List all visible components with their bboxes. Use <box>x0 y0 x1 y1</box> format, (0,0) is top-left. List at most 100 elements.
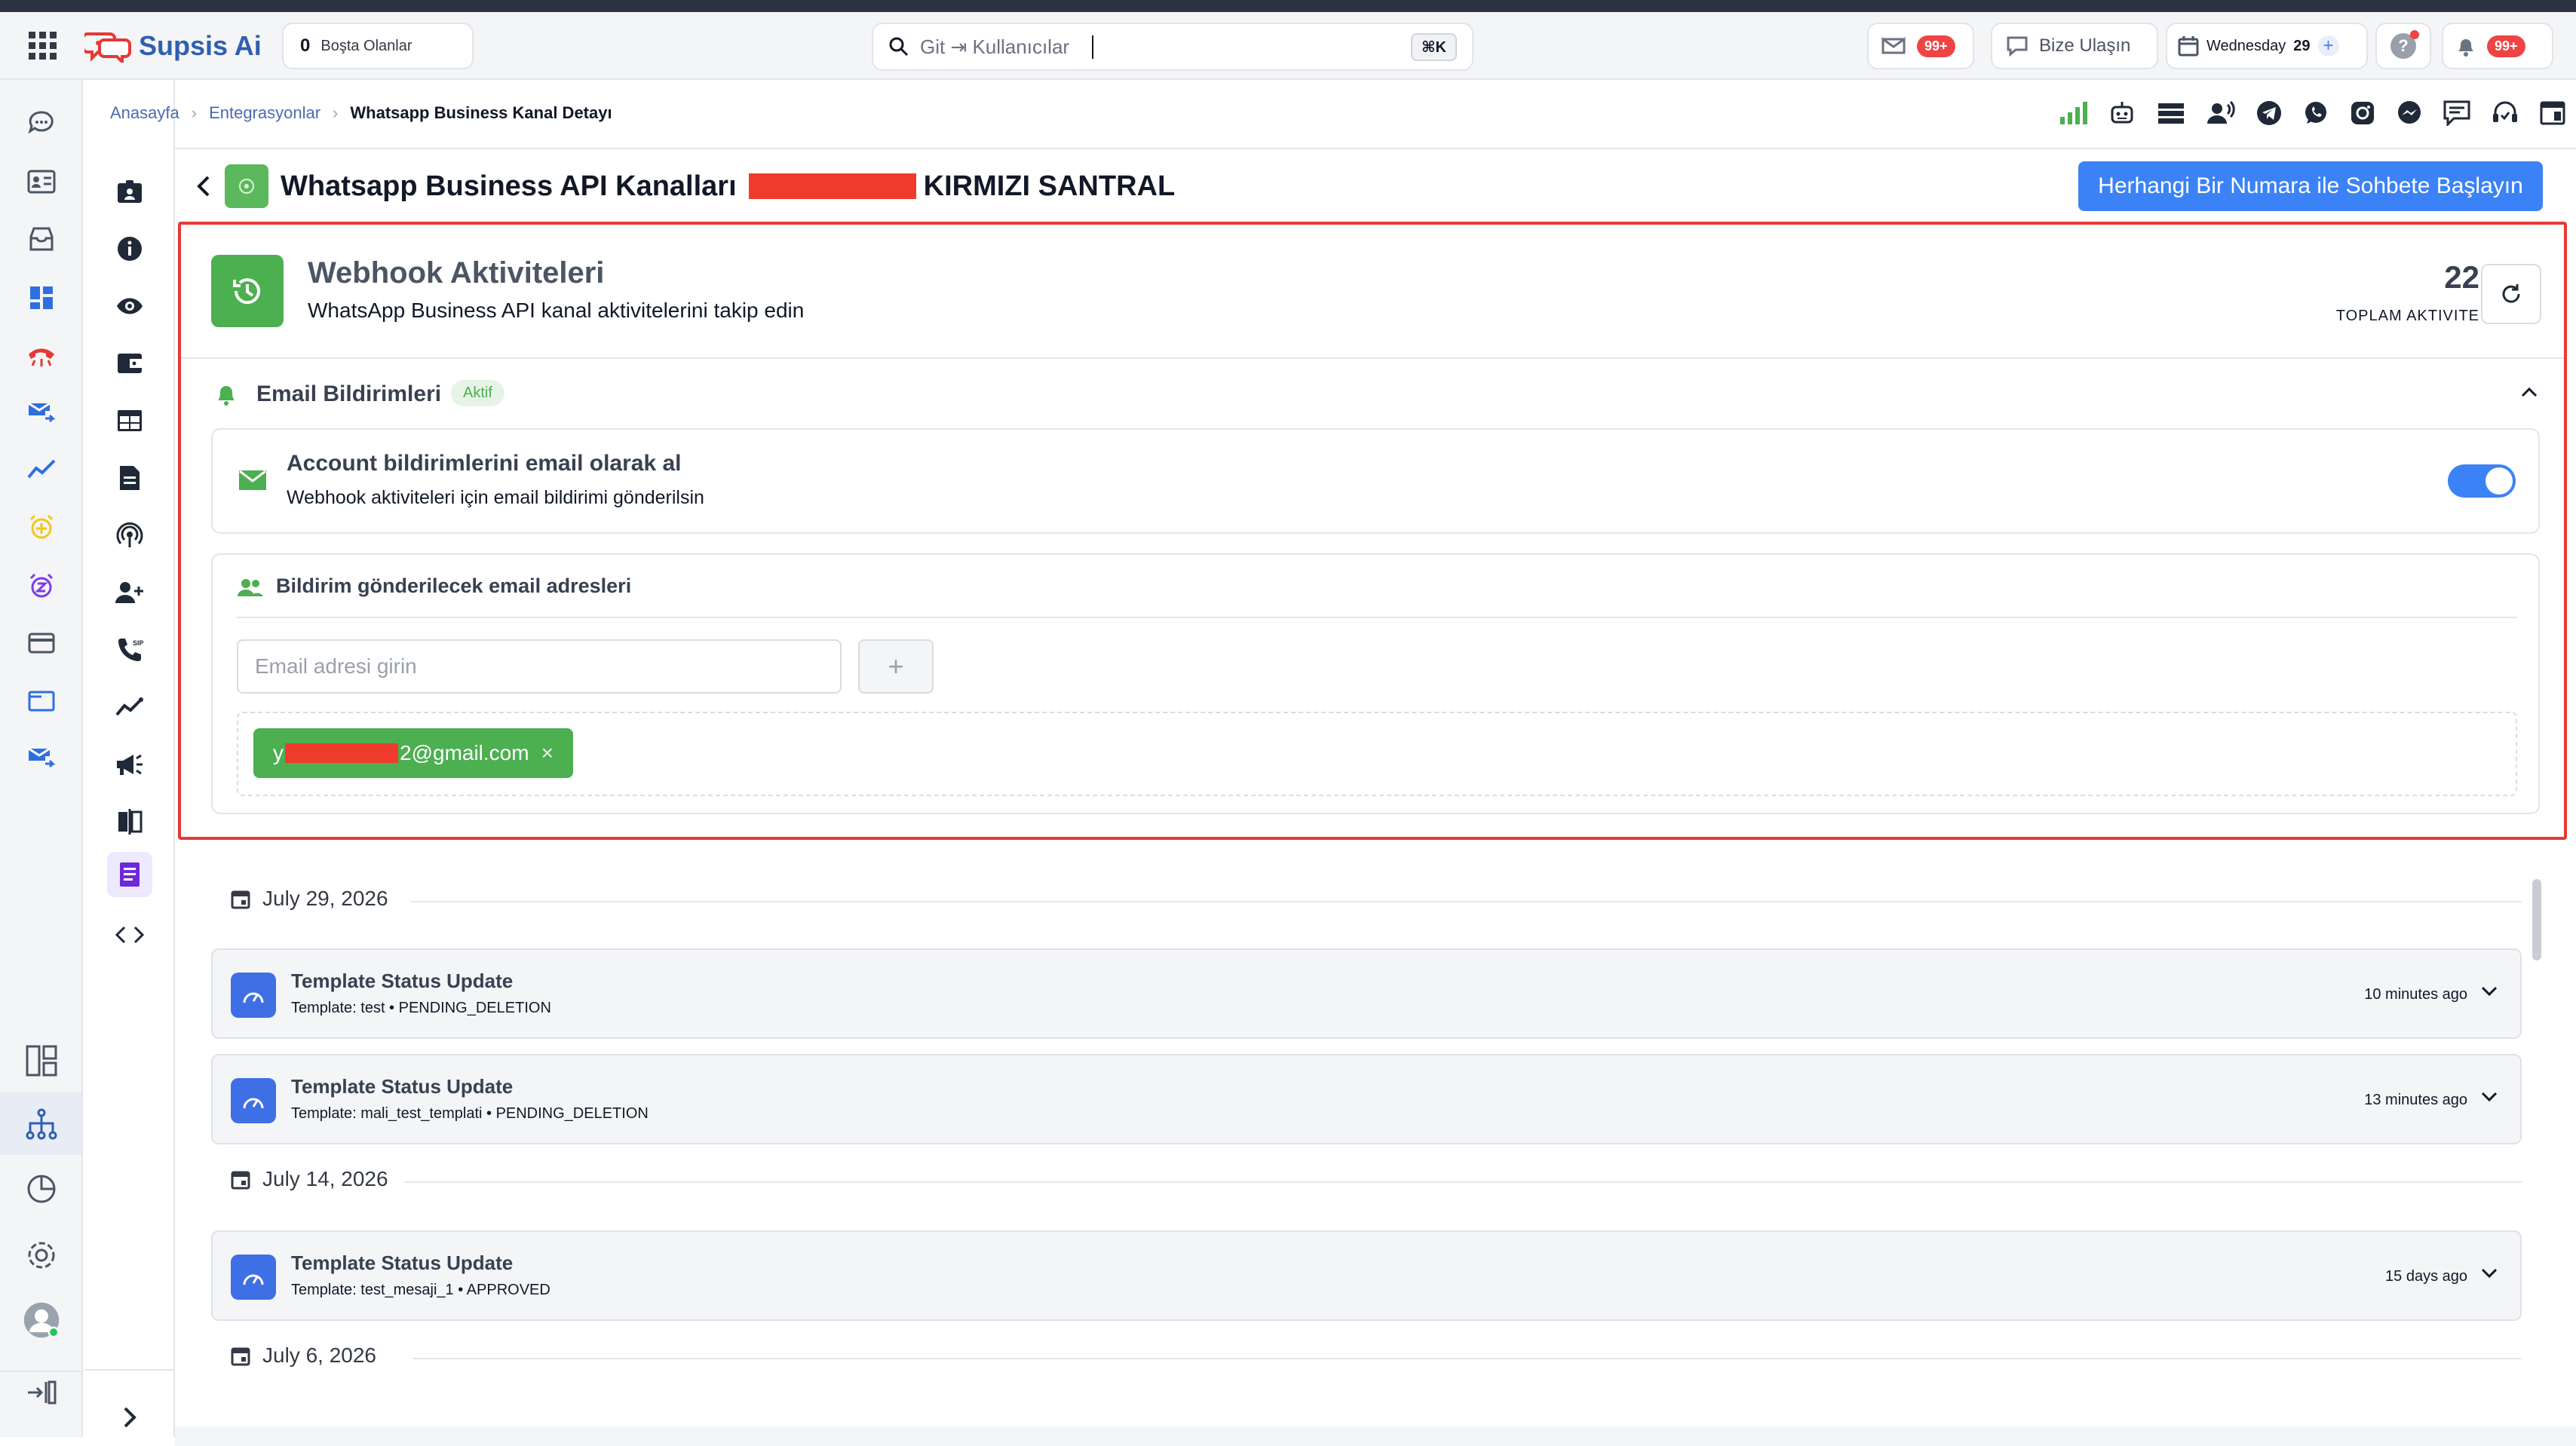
activity-row[interactable]: Template Status Update Template: test_me… <box>211 1230 2522 1321</box>
signal-bars-icon[interactable] <box>2059 100 2087 126</box>
top-navbar: Supsis Ai 0 Boşta Olanlar Git ⇥ Kullanıc… <box>0 12 2576 80</box>
recipients-card: Bildirim gönderilecek email adresleri Em… <box>211 553 2540 814</box>
email-input[interactable]: Email adresi girin <box>237 639 842 694</box>
sidebar-mail-forward-icon[interactable] <box>23 394 60 431</box>
idle-label: Boşta Olanlar <box>320 37 412 54</box>
subnav-webhook-logs-active[interactable] <box>107 852 152 897</box>
remove-email-icon[interactable]: × <box>541 741 554 765</box>
breadcrumb-separator: › <box>191 103 198 122</box>
add-event-icon[interactable]: + <box>2317 35 2339 57</box>
sidebar-analytics-icon[interactable] <box>23 451 60 489</box>
global-search[interactable]: Git ⇥ Kullanıcılar ⌘K <box>872 23 1474 71</box>
widget-window-icon[interactable] <box>2540 101 2565 125</box>
sidebar-phone-icon[interactable] <box>23 336 60 374</box>
sidebar-snooze-icon[interactable] <box>23 567 60 605</box>
sidebar-integrations-icon[interactable] <box>23 1105 60 1143</box>
date-group-header: July 14, 2026 <box>231 1167 388 1191</box>
idle-count: 0 <box>300 35 311 56</box>
gauge-icon <box>231 1078 276 1123</box>
breadcrumb-integrations[interactable]: Entegrasyonlar <box>209 103 320 123</box>
sidebar-collapse-icon[interactable] <box>23 1374 60 1411</box>
apps-grid-icon[interactable] <box>26 29 60 63</box>
toggle-description: Webhook aktiviteleri için email bildirim… <box>287 487 704 508</box>
sms-icon[interactable] <box>2443 100 2470 126</box>
support-headset-icon[interactable] <box>2492 100 2519 126</box>
subnav-profile-icon[interactable] <box>107 169 152 214</box>
subnav-eye-icon[interactable] <box>107 283 152 329</box>
sidebar-folder-icon[interactable] <box>23 682 60 719</box>
calendar-icon <box>231 890 250 909</box>
voice-user-icon[interactable] <box>2206 101 2235 125</box>
email-chip: y 2@gmail.com × <box>253 728 573 778</box>
activity-time: 13 minutes ago <box>2364 1092 2467 1108</box>
question-icon: ? <box>2390 30 2419 59</box>
date-group-label: July 14, 2026 <box>262 1167 388 1190</box>
redacted-block <box>748 173 916 199</box>
activity-row[interactable]: Template Status Update Template: mali_te… <box>211 1054 2522 1144</box>
gauge-icon <box>231 973 276 1018</box>
server-list-icon[interactable] <box>2157 102 2185 124</box>
messenger-icon[interactable] <box>2397 100 2422 126</box>
window-top-strip <box>0 0 2576 12</box>
subnav-info-icon[interactable] <box>107 226 152 271</box>
breadcrumb: Anasayfa › Entegrasyonlar › Whatsapp Bus… <box>110 98 612 128</box>
messages-button[interactable]: 99+ <box>1867 23 1974 69</box>
date-day: Wednesday <box>2206 37 2286 54</box>
subnav-sip-phone-icon[interactable]: SIP <box>107 627 152 672</box>
back-arrow-icon[interactable] <box>195 174 213 198</box>
activity-detail: Template: test • PENDING_DELETION <box>291 1000 551 1016</box>
app-name: Supsis Ai <box>139 30 262 61</box>
chevron-down-icon[interactable] <box>2478 1086 2501 1108</box>
notifications-button[interactable]: 99+ <box>2442 23 2553 69</box>
sidebar-contacts-icon[interactable] <box>23 163 60 201</box>
date-widget[interactable]: Wednesday 29 + <box>2166 23 2368 69</box>
sidebar-mail-send-icon[interactable] <box>23 739 60 777</box>
chevron-up-icon[interactable] <box>2520 386 2538 398</box>
app-logo[interactable]: Supsis Ai <box>84 27 262 65</box>
chevron-down-icon[interactable] <box>2478 1262 2501 1285</box>
sidebar-alarm-icon[interactable] <box>23 508 60 546</box>
idle-users-pill[interactable]: 0 Boşta Olanlar <box>282 23 474 69</box>
subnav-wallet-icon[interactable] <box>107 341 152 386</box>
refresh-button[interactable] <box>2481 264 2541 324</box>
sidebar-layout-icon[interactable] <box>23 1042 60 1080</box>
sidebar-settings-icon[interactable] <box>23 1236 60 1274</box>
search-input[interactable]: Git ⇥ Kullanıcılar <box>920 35 1093 59</box>
bot-icon[interactable] <box>2108 100 2136 127</box>
sidebar-chat-icon[interactable] <box>23 104 60 142</box>
sidebar-dashboard-icon[interactable] <box>23 279 60 317</box>
whatsapp-icon[interactable] <box>2303 100 2329 126</box>
user-avatar[interactable] <box>23 1301 60 1339</box>
subnav-code-icon[interactable] <box>107 912 152 957</box>
subnav-add-user-icon[interactable] <box>107 570 152 615</box>
scrollbar-thumb[interactable] <box>2532 879 2541 960</box>
telegram-icon[interactable] <box>2256 100 2282 126</box>
help-button[interactable]: ? <box>2375 23 2431 69</box>
chevron-down-icon[interactable] <box>2478 980 2501 1003</box>
subnav-broadcast-icon[interactable] <box>107 513 152 558</box>
recipients-divider <box>237 617 2517 618</box>
sidebar-reports-icon[interactable] <box>23 1170 60 1208</box>
sidebar-billing-icon[interactable] <box>23 624 60 662</box>
subnav-expand-icon[interactable] <box>107 1395 152 1440</box>
calendar-icon <box>2178 36 2199 57</box>
subnav-table-icon[interactable] <box>107 398 152 443</box>
sidebar-archive-icon[interactable] <box>23 220 60 258</box>
subnav-document-icon[interactable] <box>107 455 152 501</box>
subnav-compare-icon[interactable] <box>107 799 152 844</box>
total-activity-label: TOPLAM AKTIVITE <box>2335 308 2479 324</box>
instagram-icon[interactable] <box>2350 100 2375 126</box>
start-chat-button[interactable]: Herhangi Bir Numara ile Sohbete Başlayın <box>2078 161 2543 211</box>
page-title: Whatsapp Business API Kanalları <box>281 170 737 202</box>
contact-us-button[interactable]: Bize Ulaşın <box>1991 23 2158 69</box>
panel-divider <box>181 357 2564 359</box>
activity-row[interactable]: Template Status Update Template: test • … <box>211 948 2522 1039</box>
subnav-megaphone-icon[interactable] <box>107 742 152 787</box>
notifications-badge: 99+ <box>2487 35 2525 57</box>
add-email-button[interactable]: + <box>858 639 934 694</box>
chat-bubble-icon <box>2007 36 2028 57</box>
subnav-trend-icon[interactable] <box>107 685 152 730</box>
breadcrumb-home[interactable]: Anasayfa <box>110 103 179 123</box>
email-notification-toggle[interactable] <box>2448 464 2516 498</box>
contact-us-label: Bize Ulaşın <box>2039 35 2131 56</box>
